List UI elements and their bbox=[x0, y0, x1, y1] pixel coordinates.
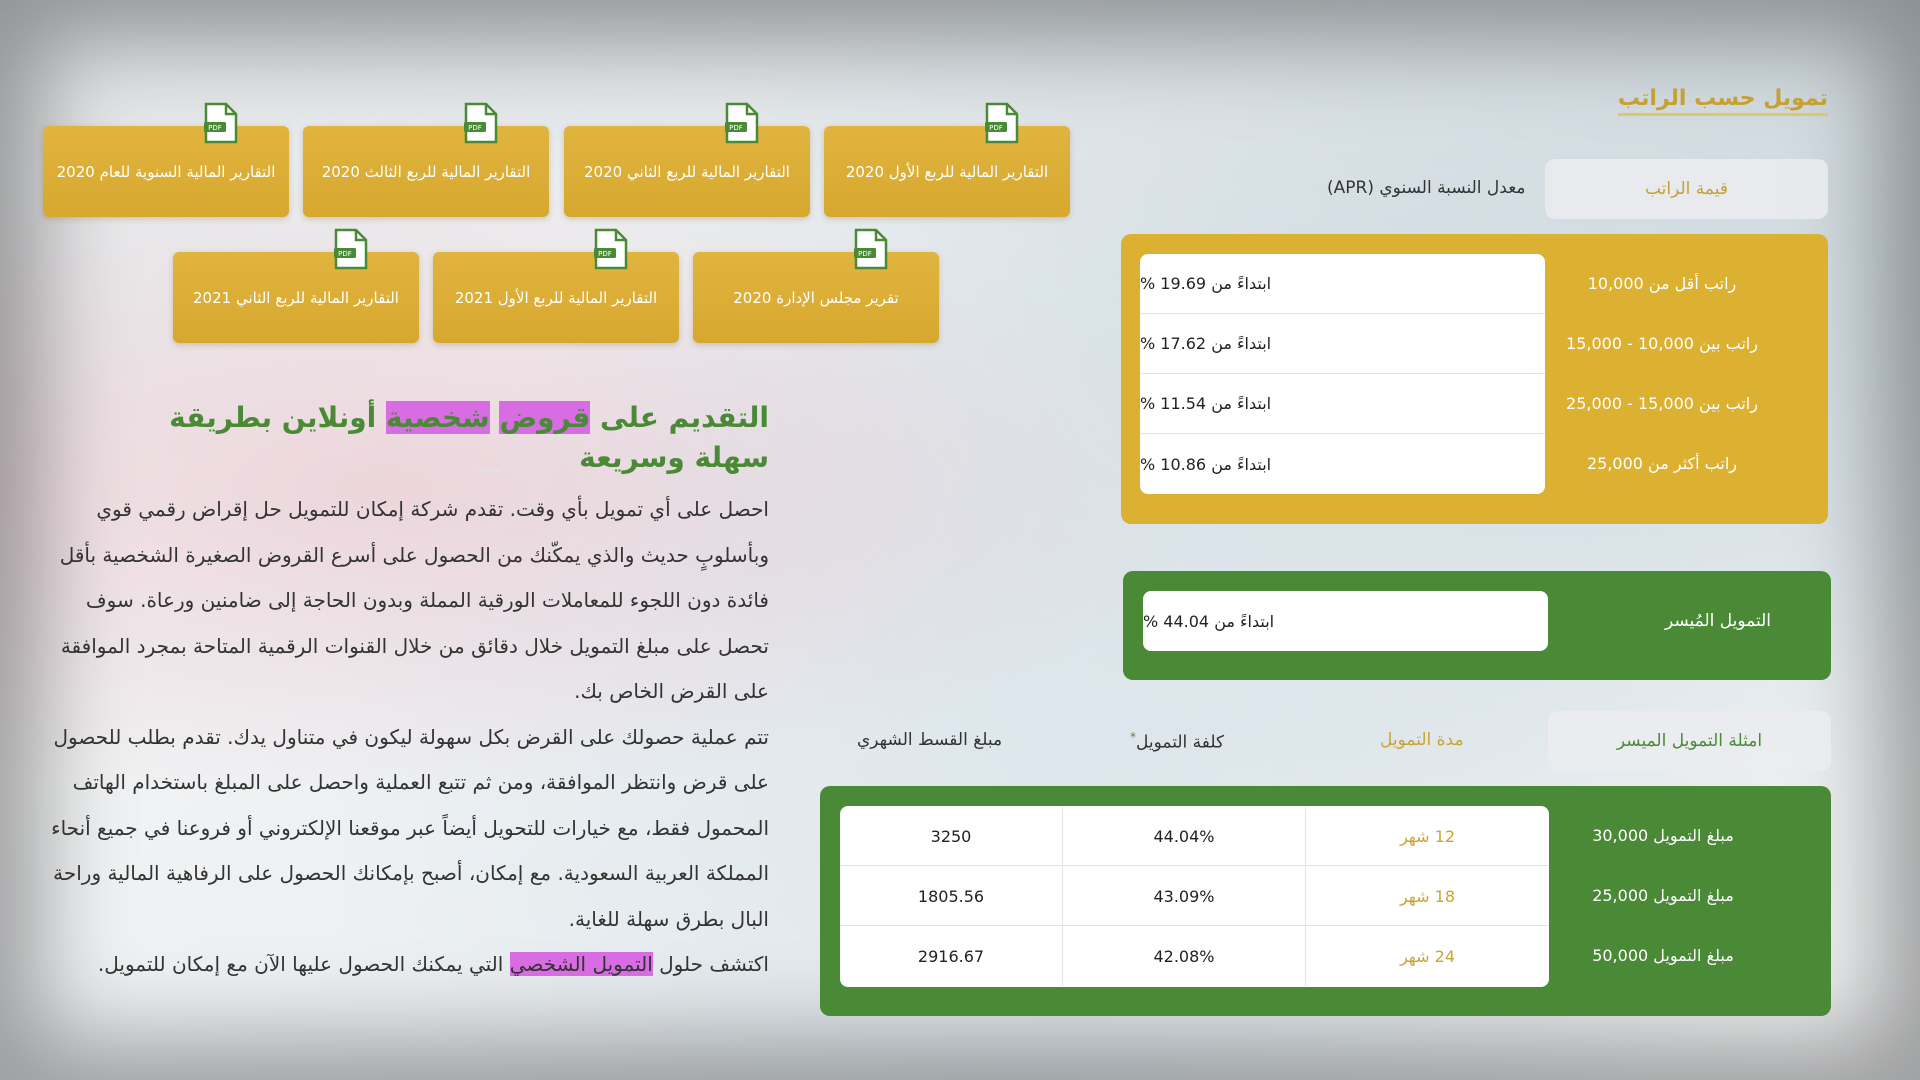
financing-amount-label: مبلغ التمويل 30,000 bbox=[1592, 826, 1734, 845]
salary-rate-value: ابتداءً من 19.69 % bbox=[1140, 274, 1272, 293]
article-text: اكتشف حلول bbox=[652, 952, 769, 976]
pdf-report-label: تقرير مجلس الإدارة 2020 bbox=[733, 288, 899, 307]
svg-text:PDF: PDF bbox=[598, 250, 612, 258]
cost-cell: 43.09% bbox=[1062, 866, 1306, 926]
cost-header-label: كلفة التمويل* bbox=[1130, 730, 1224, 753]
svg-text:PDF: PDF bbox=[338, 250, 352, 258]
examples-table: 3250 44.04% 12 شهر 1805.56 43.09% 18 شهر… bbox=[840, 806, 1549, 987]
article-highlight-link[interactable]: التمويل الشخصي bbox=[509, 952, 653, 976]
table-row: 3250 44.04% 12 شهر bbox=[840, 806, 1549, 866]
article-title-highlight: شخصية bbox=[385, 401, 490, 434]
pdf-report-label: التقارير المالية للربع الثاني 2020 bbox=[584, 162, 790, 181]
pdf-file-icon: PDF bbox=[985, 102, 1019, 144]
salary-rate-row: ابتداءً من 17.62 % bbox=[1140, 314, 1545, 374]
pdf-report-label: التقارير المالية السنوية للعام 2020 bbox=[56, 162, 276, 181]
cost-value: 44.04% bbox=[1153, 826, 1215, 846]
examples-header-label: امثلة التمويل الميسر bbox=[1616, 731, 1763, 751]
title-divider bbox=[477, 469, 501, 472]
pdf-report-label: التقارير المالية للربع الأول 2020 bbox=[845, 162, 1049, 181]
easy-financing-label: التمويل المُيسر bbox=[1664, 611, 1771, 631]
article-paragraph: اكتشف حلول التمويل الشخصي التي يمكنك الح… bbox=[49, 942, 769, 988]
article-title: التقديم على قروض شخصية أونلاين بطريقة سه… bbox=[129, 398, 769, 478]
pdf-report-label: التقارير المالية للربع الثالث 2020 bbox=[321, 162, 531, 181]
pdf-report-board-2020[interactable]: PDF تقرير مجلس الإدارة 2020 bbox=[693, 228, 939, 343]
cost-header-text: كلفة التمويل bbox=[1136, 732, 1225, 753]
article-text: التي يمكنك الحصول عليها الآن مع إمكان لل… bbox=[97, 952, 510, 976]
pdf-file-icon: PDF bbox=[464, 102, 498, 144]
pdf-report-q2-2020[interactable]: PDF التقارير المالية للربع الثاني 2020 bbox=[564, 102, 810, 217]
salary-range-label: راتب أكثر من 25,000 bbox=[1586, 454, 1738, 473]
financing-amount-label: مبلغ التمويل 50,000 bbox=[1592, 946, 1734, 965]
pdf-file-icon: PDF bbox=[594, 228, 628, 270]
monthly-installment-cell: 1805.56 bbox=[917, 886, 985, 906]
monthly-installment-cell: 3250 bbox=[930, 826, 972, 846]
article-title-part: التقديم على bbox=[590, 401, 769, 434]
salary-financing-title: تمويل حسب الراتب bbox=[1617, 86, 1828, 116]
svg-text:PDF: PDF bbox=[989, 124, 1003, 132]
table-row: 2916.67 42.08% 24 شهر bbox=[840, 926, 1549, 986]
salary-rate-value: ابتداءً من 10.86 % bbox=[1140, 454, 1272, 474]
cost-value: 43.09% bbox=[1153, 886, 1215, 906]
salary-rates-list: ابتداءً من 19.69 % ابتداءً من 17.62 % اب… bbox=[1140, 254, 1545, 494]
cost-cell: 42.08% bbox=[1062, 926, 1306, 986]
salary-rate-row: ابتداءً من 10.86 % bbox=[1140, 434, 1545, 494]
pdf-report-label: التقارير المالية للربع الثاني 2021 bbox=[193, 288, 399, 307]
salary-range-label: راتب بين 15,000 - 25,000 bbox=[1566, 394, 1758, 413]
svg-text:PDF: PDF bbox=[468, 124, 482, 132]
article-title-space bbox=[490, 401, 500, 434]
pdf-file-icon: PDF bbox=[725, 102, 759, 144]
salary-header-label: قيمة الراتب bbox=[1644, 179, 1729, 199]
pdf-report-label: التقارير المالية للربع الأول 2021 bbox=[454, 288, 658, 307]
salary-rates-panel: ابتداءً من 19.69 % ابتداءً من 17.62 % اب… bbox=[1121, 234, 1828, 524]
cost-cell: 44.04% bbox=[1062, 806, 1306, 866]
monthly-header-label: مبلغ القسط الشهري bbox=[857, 730, 1003, 750]
salary-header-pill: قيمة الراتب bbox=[1545, 159, 1828, 219]
examples-table-panel: 3250 44.04% 12 شهر 1805.56 43.09% 18 شهر… bbox=[820, 786, 1831, 1016]
article-paragraph: احصل على أي تمويل بأي وقت. تقدم شركة إمك… bbox=[59, 497, 769, 703]
article-body: احصل على أي تمويل بأي وقت. تقدم شركة إمك… bbox=[49, 487, 769, 988]
table-row: 1805.56 43.09% 18 شهر bbox=[840, 866, 1549, 926]
pdf-report-q1-2020[interactable]: PDF التقارير المالية للربع الأول 2020 bbox=[824, 102, 1070, 217]
pdf-file-icon: PDF bbox=[854, 228, 888, 270]
easy-financing-panel: ابتداءً من 44.04 % التمويل المُيسر bbox=[1123, 571, 1831, 680]
pdf-report-q3-2020[interactable]: PDF التقارير المالية للربع الثالث 2020 bbox=[303, 102, 549, 217]
svg-text:PDF: PDF bbox=[208, 124, 222, 132]
pdf-file-icon: PDF bbox=[334, 228, 368, 270]
easy-financing-rate-box: ابتداءً من 44.04 % bbox=[1143, 591, 1548, 651]
pdf-report-annual-2020[interactable]: PDF التقارير المالية السنوية للعام 2020 bbox=[43, 102, 289, 217]
article-title-highlight: قروض bbox=[499, 401, 591, 434]
article-paragraph: تتم عملية حصولك على القرض بكل سهولة ليكو… bbox=[51, 724, 769, 931]
cost-value: 42.08% bbox=[1153, 946, 1215, 966]
pdf-file-icon: PDF bbox=[204, 102, 238, 144]
svg-text:PDF: PDF bbox=[729, 124, 743, 132]
easy-financing-rate: ابتداءً من 44.04 % bbox=[1143, 611, 1275, 631]
duration-cell: 18 شهر bbox=[1399, 886, 1456, 906]
duration-cell: 24 شهر bbox=[1399, 946, 1456, 966]
salary-range-label: راتب أقل من 10,000 bbox=[1587, 274, 1737, 293]
duration-header-label: مدة التمويل bbox=[1380, 730, 1464, 750]
salary-range-label: راتب بين 10,000 - 15,000 bbox=[1566, 334, 1758, 353]
apr-header-label: معدل النسبة السنوي (APR) bbox=[1327, 178, 1526, 198]
svg-text:PDF: PDF bbox=[858, 250, 872, 258]
salary-rate-value: ابتداءً من 11.54 % bbox=[1140, 394, 1272, 413]
salary-rate-row: ابتداءً من 19.69 % bbox=[1140, 254, 1545, 314]
pdf-report-q2-2021[interactable]: PDF التقارير المالية للربع الثاني 2021 bbox=[173, 228, 419, 343]
pdf-report-q1-2021[interactable]: PDF التقارير المالية للربع الأول 2021 bbox=[433, 228, 679, 343]
salary-rate-row: ابتداءً من 11.54 % bbox=[1140, 374, 1545, 434]
monthly-installment-cell: 2916.67 bbox=[917, 946, 985, 966]
salary-rate-value: ابتداءً من 17.62 % bbox=[1140, 334, 1272, 353]
examples-header-pill: امثلة التمويل الميسر bbox=[1548, 711, 1831, 771]
duration-cell: 12 شهر bbox=[1399, 826, 1456, 846]
financing-amount-label: مبلغ التمويل 25,000 bbox=[1592, 886, 1734, 905]
